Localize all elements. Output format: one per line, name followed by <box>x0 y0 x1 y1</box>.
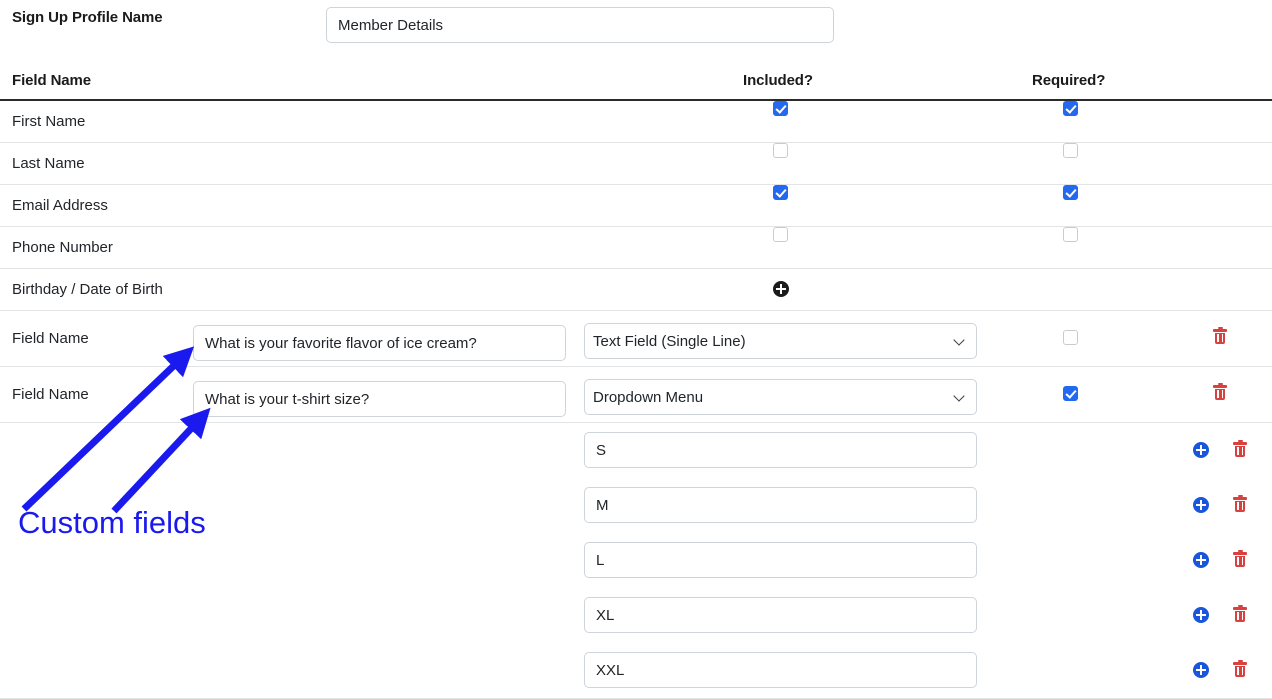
trash-icon[interactable] <box>1213 383 1227 401</box>
trash-icon[interactable] <box>1233 495 1247 513</box>
dropdown-option-row <box>0 643 1272 699</box>
table-header-row: Field Name Included? Required? <box>0 62 1272 101</box>
dropdown-option-row <box>0 588 1272 643</box>
trash-icon[interactable] <box>1213 327 1227 345</box>
profile-name-row: Sign Up Profile Name <box>0 0 1272 50</box>
table-row: Birthday / Date of Birth <box>0 269 1272 311</box>
field-label-phone-number: Phone Number <box>12 239 113 256</box>
custom-field-type-select[interactable] <box>584 379 977 415</box>
column-header-field-name: Field Name <box>12 72 92 89</box>
required-checkbox-last-name[interactable] <box>1063 143 1078 158</box>
custom-field-name-input[interactable] <box>193 325 566 361</box>
dropdown-option-input[interactable] <box>584 432 977 468</box>
field-label-email-address: Email Address <box>12 197 108 214</box>
dropdown-option-input[interactable] <box>584 597 977 633</box>
trash-icon[interactable] <box>1233 440 1247 458</box>
profile-name-label: Sign Up Profile Name <box>12 9 163 26</box>
trash-icon[interactable] <box>1233 605 1247 623</box>
add-option-icon[interactable] <box>1193 607 1209 623</box>
add-option-icon[interactable] <box>1193 662 1209 678</box>
add-option-icon[interactable] <box>1193 442 1209 458</box>
add-option-icon[interactable] <box>1193 497 1209 513</box>
trash-icon[interactable] <box>1233 550 1247 568</box>
field-label-last-name: Last Name <box>12 155 85 172</box>
column-header-required: Required? <box>1032 72 1106 89</box>
required-checkbox-first-name[interactable] <box>1063 101 1078 116</box>
custom-field-row: Field Name <box>0 311 1272 367</box>
table-row: First Name <box>0 101 1272 143</box>
custom-field-label: Field Name <box>12 330 89 347</box>
table-row: Email Address <box>0 185 1272 227</box>
column-header-included: Included? <box>743 72 813 89</box>
required-checkbox-custom-field-2[interactable] <box>1063 386 1078 401</box>
add-option-icon[interactable] <box>1193 552 1209 568</box>
table-row: Last Name <box>0 143 1272 185</box>
dropdown-option-input[interactable] <box>584 487 977 523</box>
dropdown-option-row <box>0 533 1272 588</box>
included-checkbox-last-name[interactable] <box>773 143 788 158</box>
dropdown-option-row <box>0 423 1272 478</box>
custom-field-name-input[interactable] <box>193 381 566 417</box>
custom-field-label: Field Name <box>12 386 89 403</box>
trash-icon[interactable] <box>1233 660 1247 678</box>
field-label-birthday: Birthday / Date of Birth <box>12 281 163 298</box>
included-checkbox-first-name[interactable] <box>773 101 788 116</box>
required-checkbox-email-address[interactable] <box>1063 185 1078 200</box>
dropdown-option-input[interactable] <box>584 652 977 688</box>
custom-field-row: Field Name <box>0 367 1272 423</box>
required-checkbox-custom-field-1[interactable] <box>1063 330 1078 345</box>
custom-field-type-select[interactable] <box>584 323 977 359</box>
dropdown-option-input[interactable] <box>584 542 977 578</box>
profile-name-input[interactable] <box>326 7 834 43</box>
included-checkbox-phone-number[interactable] <box>773 227 788 242</box>
add-field-icon[interactable] <box>773 281 789 297</box>
field-label-first-name: First Name <box>12 113 86 130</box>
required-checkbox-phone-number[interactable] <box>1063 227 1078 242</box>
field-configuration-table: Field Name Included? Required? First Nam… <box>0 62 1272 699</box>
included-checkbox-email-address[interactable] <box>773 185 788 200</box>
annotation-label: Custom fields <box>18 505 206 540</box>
table-row: Phone Number <box>0 227 1272 269</box>
